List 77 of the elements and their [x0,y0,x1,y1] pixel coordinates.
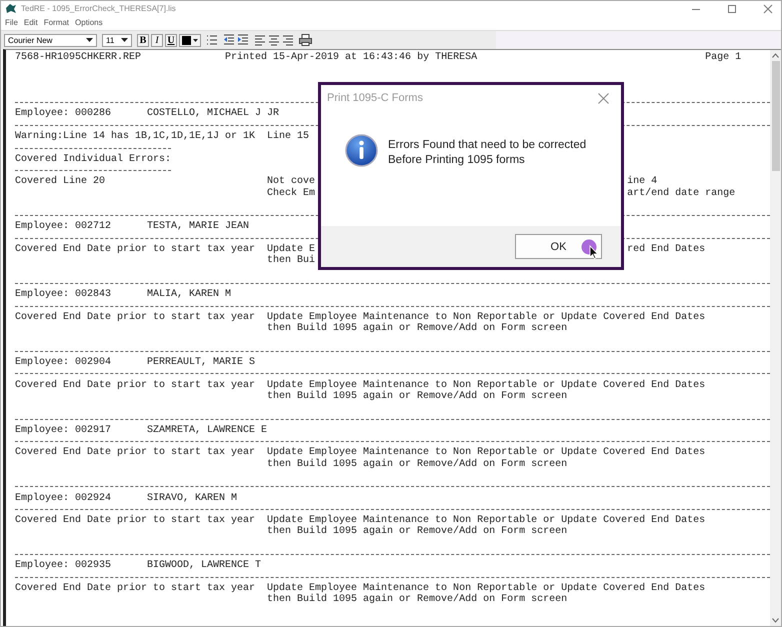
employee-name: COSTELLO, MICHAEL J JR [147,108,280,120]
report-text: ine 4 [627,176,658,188]
format-button[interactable]: I [151,34,163,46]
printed-date-text: Printed 15-Apr-2019 at 16:43:46 by THERESA [225,52,478,64]
employee-number: Employee: 002935 [15,560,112,572]
employee-name: BIGWOOD, LAWRENCE T [147,560,262,572]
menu-item[interactable]: Format [44,18,70,26]
info-icon [345,134,378,167]
report-text: then Build 1095 again or Remove/Add on Form screen [267,390,568,402]
report-text: Covered Individual Errors: [15,154,172,165]
app-icon [5,3,17,14]
report-text: Update Employee Maintenance to Non Reportable or Update Covered End Dates [267,447,706,458]
employee-number: Employee: 002843 [15,289,112,301]
maximize-icon[interactable] [727,4,737,14]
report-text: Update Employee Maintenance to Non Reportable or Update Covered End Dates [267,582,706,594]
dialog-title: Print 1095-C Forms [327,92,423,104]
report-text: Covered End Date prior to start tax year [15,582,256,594]
print-icon[interactable] [299,34,312,46]
report-text: Update Employee Maintenance to Non Reportable or Update Covered End Dates [267,515,706,526]
font-dropdown[interactable]: Courier New [4,34,97,46]
report-text: Covered End Date prior to start tax year [15,312,256,324]
report-text: Not cove [267,176,316,188]
ok-button[interactable]: OK [515,234,602,259]
employee-name: PERREAULT, MARIE S [147,357,256,368]
menu-item[interactable]: Options [75,18,103,26]
report-text: Covered End Date prior to start tax year [15,380,256,391]
report-text: Warning:Line 14 has 1B,1C,1D,1E,1J or 1K [15,131,256,142]
report-text: then Build 1095 again or Remove/Add on Form screen [267,594,568,606]
cursor-icon [581,239,599,259]
report-text: Covered End Date prior to start tax year [15,515,256,526]
report-text: Covered End Date prior to start tax year [15,447,256,459]
report-text: then Build 1095 again or Remove/Add on Form screen [267,458,568,470]
scrollbar[interactable] [770,50,781,626]
caret-icon [121,38,128,42]
employee-number: Employee: 002904 [15,357,112,368]
report-text: Covered Line 20 [15,176,106,188]
format-button[interactable]: U [165,34,177,46]
report-text: Update Employee Maintenance to Non Reportable or Update Covered End Dates [267,380,706,391]
caret-icon [86,38,93,42]
color-button[interactable] [179,34,201,46]
report-text: Update E [267,244,316,256]
close-icon[interactable] [598,92,609,104]
format-button[interactable]: B [137,34,149,46]
report-text: Covered End Date prior to start tax year [15,244,256,256]
report-filename: 7568-HR1095CHKERR.REP [15,52,142,64]
employee-number: Employee: 002924 [15,492,112,504]
dialog-message: Errors Found that need to be corrected Before Printing 1095 forms [388,138,586,168]
align-center-icon[interactable] [268,34,280,46]
report-text: Update Employee Maintenance to Non Reportable or Update Covered End Dates [267,312,706,323]
employee-number: Employee: 002917 [15,424,112,436]
report-text: then Bui [267,255,316,267]
report-text: Line 15 [267,131,310,142]
report-text: then Build 1095 again or Remove/Add on Form screen [267,323,568,334]
employee-name: MALIA, KAREN M [147,289,232,301]
report-text: Check Em [267,188,316,199]
outdent-icon[interactable] [223,34,235,46]
list-icon[interactable] [206,34,218,46]
page-number: Page 1 [705,52,742,64]
employee-number: Employee: 000286 [15,108,112,120]
menu-item[interactable]: Edit [24,18,38,26]
employee-number: Employee: 002712 [15,221,112,233]
indent-icon[interactable] [237,34,249,46]
scroll-down-icon[interactable] [772,618,779,623]
size-dropdown[interactable]: 11 [102,34,132,46]
scroll-thumb[interactable] [772,61,780,171]
employee-name: SIRAVO, KAREN M [147,492,238,504]
report-text: art/end date range [627,188,736,199]
align-left-icon[interactable] [254,34,266,46]
employee-name: TESTA, MARIE JEAN [147,221,250,233]
report-text: red End Dates [627,244,706,256]
close-icon[interactable] [763,4,773,14]
align-right-icon[interactable] [282,34,294,46]
window-title: TedRE - 1095_ErrorCheck_THERESA[7].lis [21,4,176,13]
menu-item[interactable]: File [5,18,18,26]
employee-name: SZAMRETA, LAWRENCE E [147,424,268,436]
report-text: then Build 1095 again or Remove/Add on Form screen [267,526,568,538]
scroll-up-icon[interactable] [772,53,779,58]
